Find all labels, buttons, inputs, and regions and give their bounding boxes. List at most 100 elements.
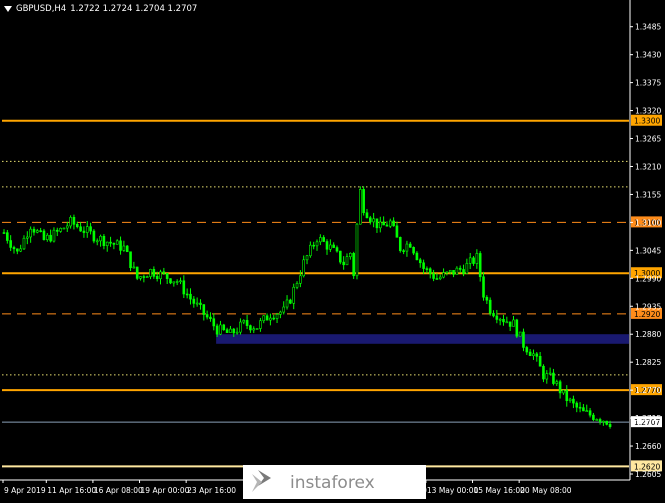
candle	[535, 351, 539, 362]
candle	[212, 313, 216, 331]
candle	[538, 352, 542, 367]
candle	[245, 314, 249, 330]
candle	[325, 239, 329, 255]
candle	[132, 261, 136, 269]
candle	[2, 229, 6, 234]
y-tick-label: 1.2935	[635, 302, 661, 311]
candle	[189, 288, 192, 305]
candle	[195, 297, 199, 307]
candle	[505, 316, 509, 324]
candle	[512, 315, 515, 327]
candle	[209, 312, 212, 322]
candle	[135, 266, 139, 281]
levels-layer: 1.33001.31001.30001.29201.27701.26201.27…	[2, 114, 662, 472]
candle	[349, 252, 352, 260]
candle	[235, 327, 239, 335]
candle	[205, 310, 209, 320]
candle	[485, 295, 489, 305]
candle	[322, 235, 325, 243]
y-tick-label: 1.2990	[635, 274, 661, 283]
candle	[368, 215, 372, 225]
candle	[22, 235, 26, 250]
candle	[159, 269, 162, 285]
candle	[122, 240, 126, 252]
candle	[115, 239, 119, 245]
candle	[269, 313, 272, 326]
candle	[452, 270, 455, 278]
price-chart[interactable]: 1.3300 1.3100 1.3000 1.2920 1.2770 1.2620 1.27…	[0, 0, 665, 499]
symbol-label: GBPUSD,H4	[16, 4, 67, 14]
candle	[142, 274, 146, 283]
candle	[442, 268, 445, 279]
candle	[468, 252, 472, 270]
candle	[582, 404, 585, 412]
candle	[185, 288, 189, 299]
candle	[418, 257, 422, 268]
x-tick-label: 23 Apr 16:00	[187, 486, 236, 495]
candle	[495, 309, 499, 324]
x-tick-label: 16 Apr 08:00	[94, 486, 143, 495]
candle	[572, 395, 575, 409]
candle	[119, 236, 122, 255]
candle	[588, 407, 592, 418]
chevron-down-icon[interactable]	[4, 6, 12, 12]
candle	[149, 268, 152, 280]
candle	[319, 234, 322, 246]
candle	[315, 239, 319, 251]
candle	[55, 227, 59, 237]
candle	[229, 325, 232, 333]
candle	[145, 275, 149, 278]
candle	[518, 331, 522, 337]
candle	[395, 221, 399, 238]
candle	[458, 265, 462, 273]
candle	[222, 323, 226, 331]
candle	[548, 367, 552, 376]
candle	[255, 328, 259, 330]
candle	[99, 234, 102, 247]
candle	[595, 418, 599, 421]
candle	[359, 186, 362, 225]
candle	[239, 318, 242, 335]
candle	[19, 244, 22, 253]
candle	[82, 226, 86, 238]
y-tick-label: 1.3265	[635, 135, 661, 144]
candle	[72, 214, 76, 230]
candle	[385, 221, 389, 227]
candle	[129, 251, 132, 272]
candle	[279, 310, 282, 319]
candle	[552, 368, 555, 386]
candle	[285, 295, 289, 310]
candle	[35, 228, 39, 234]
candle	[335, 245, 339, 253]
candle	[592, 412, 595, 422]
candle	[79, 222, 82, 232]
candle	[6, 229, 9, 244]
candle	[26, 231, 29, 245]
candle	[339, 250, 342, 265]
candle	[398, 236, 402, 253]
x-tick-label: 20 May 08:00	[520, 486, 572, 495]
candle	[498, 317, 502, 326]
x-tick-label: 11 Apr 16:00	[47, 486, 96, 495]
chart-canvas[interactable]: 1.33001.31001.30001.29201.27701.26201.27…	[0, 0, 665, 499]
candle	[172, 281, 176, 287]
candle	[432, 269, 435, 282]
y-tick-label: 1.2880	[635, 330, 661, 339]
candle	[388, 218, 392, 229]
candle	[152, 266, 156, 279]
candle	[125, 244, 129, 253]
candle	[392, 217, 395, 227]
candle	[252, 326, 256, 334]
candle	[182, 275, 186, 299]
candle	[12, 245, 16, 254]
candle	[259, 317, 262, 332]
candle	[345, 253, 349, 266]
candle	[352, 251, 355, 279]
candle	[219, 320, 222, 336]
y-tick-label: 1.3045	[635, 246, 661, 255]
candle	[45, 233, 49, 242]
y-tick-label: 1.2825	[635, 358, 661, 367]
y-tick-label: 1.2660	[635, 442, 661, 451]
candle	[455, 266, 459, 275]
y-tick-label: 1.3100	[635, 218, 661, 227]
